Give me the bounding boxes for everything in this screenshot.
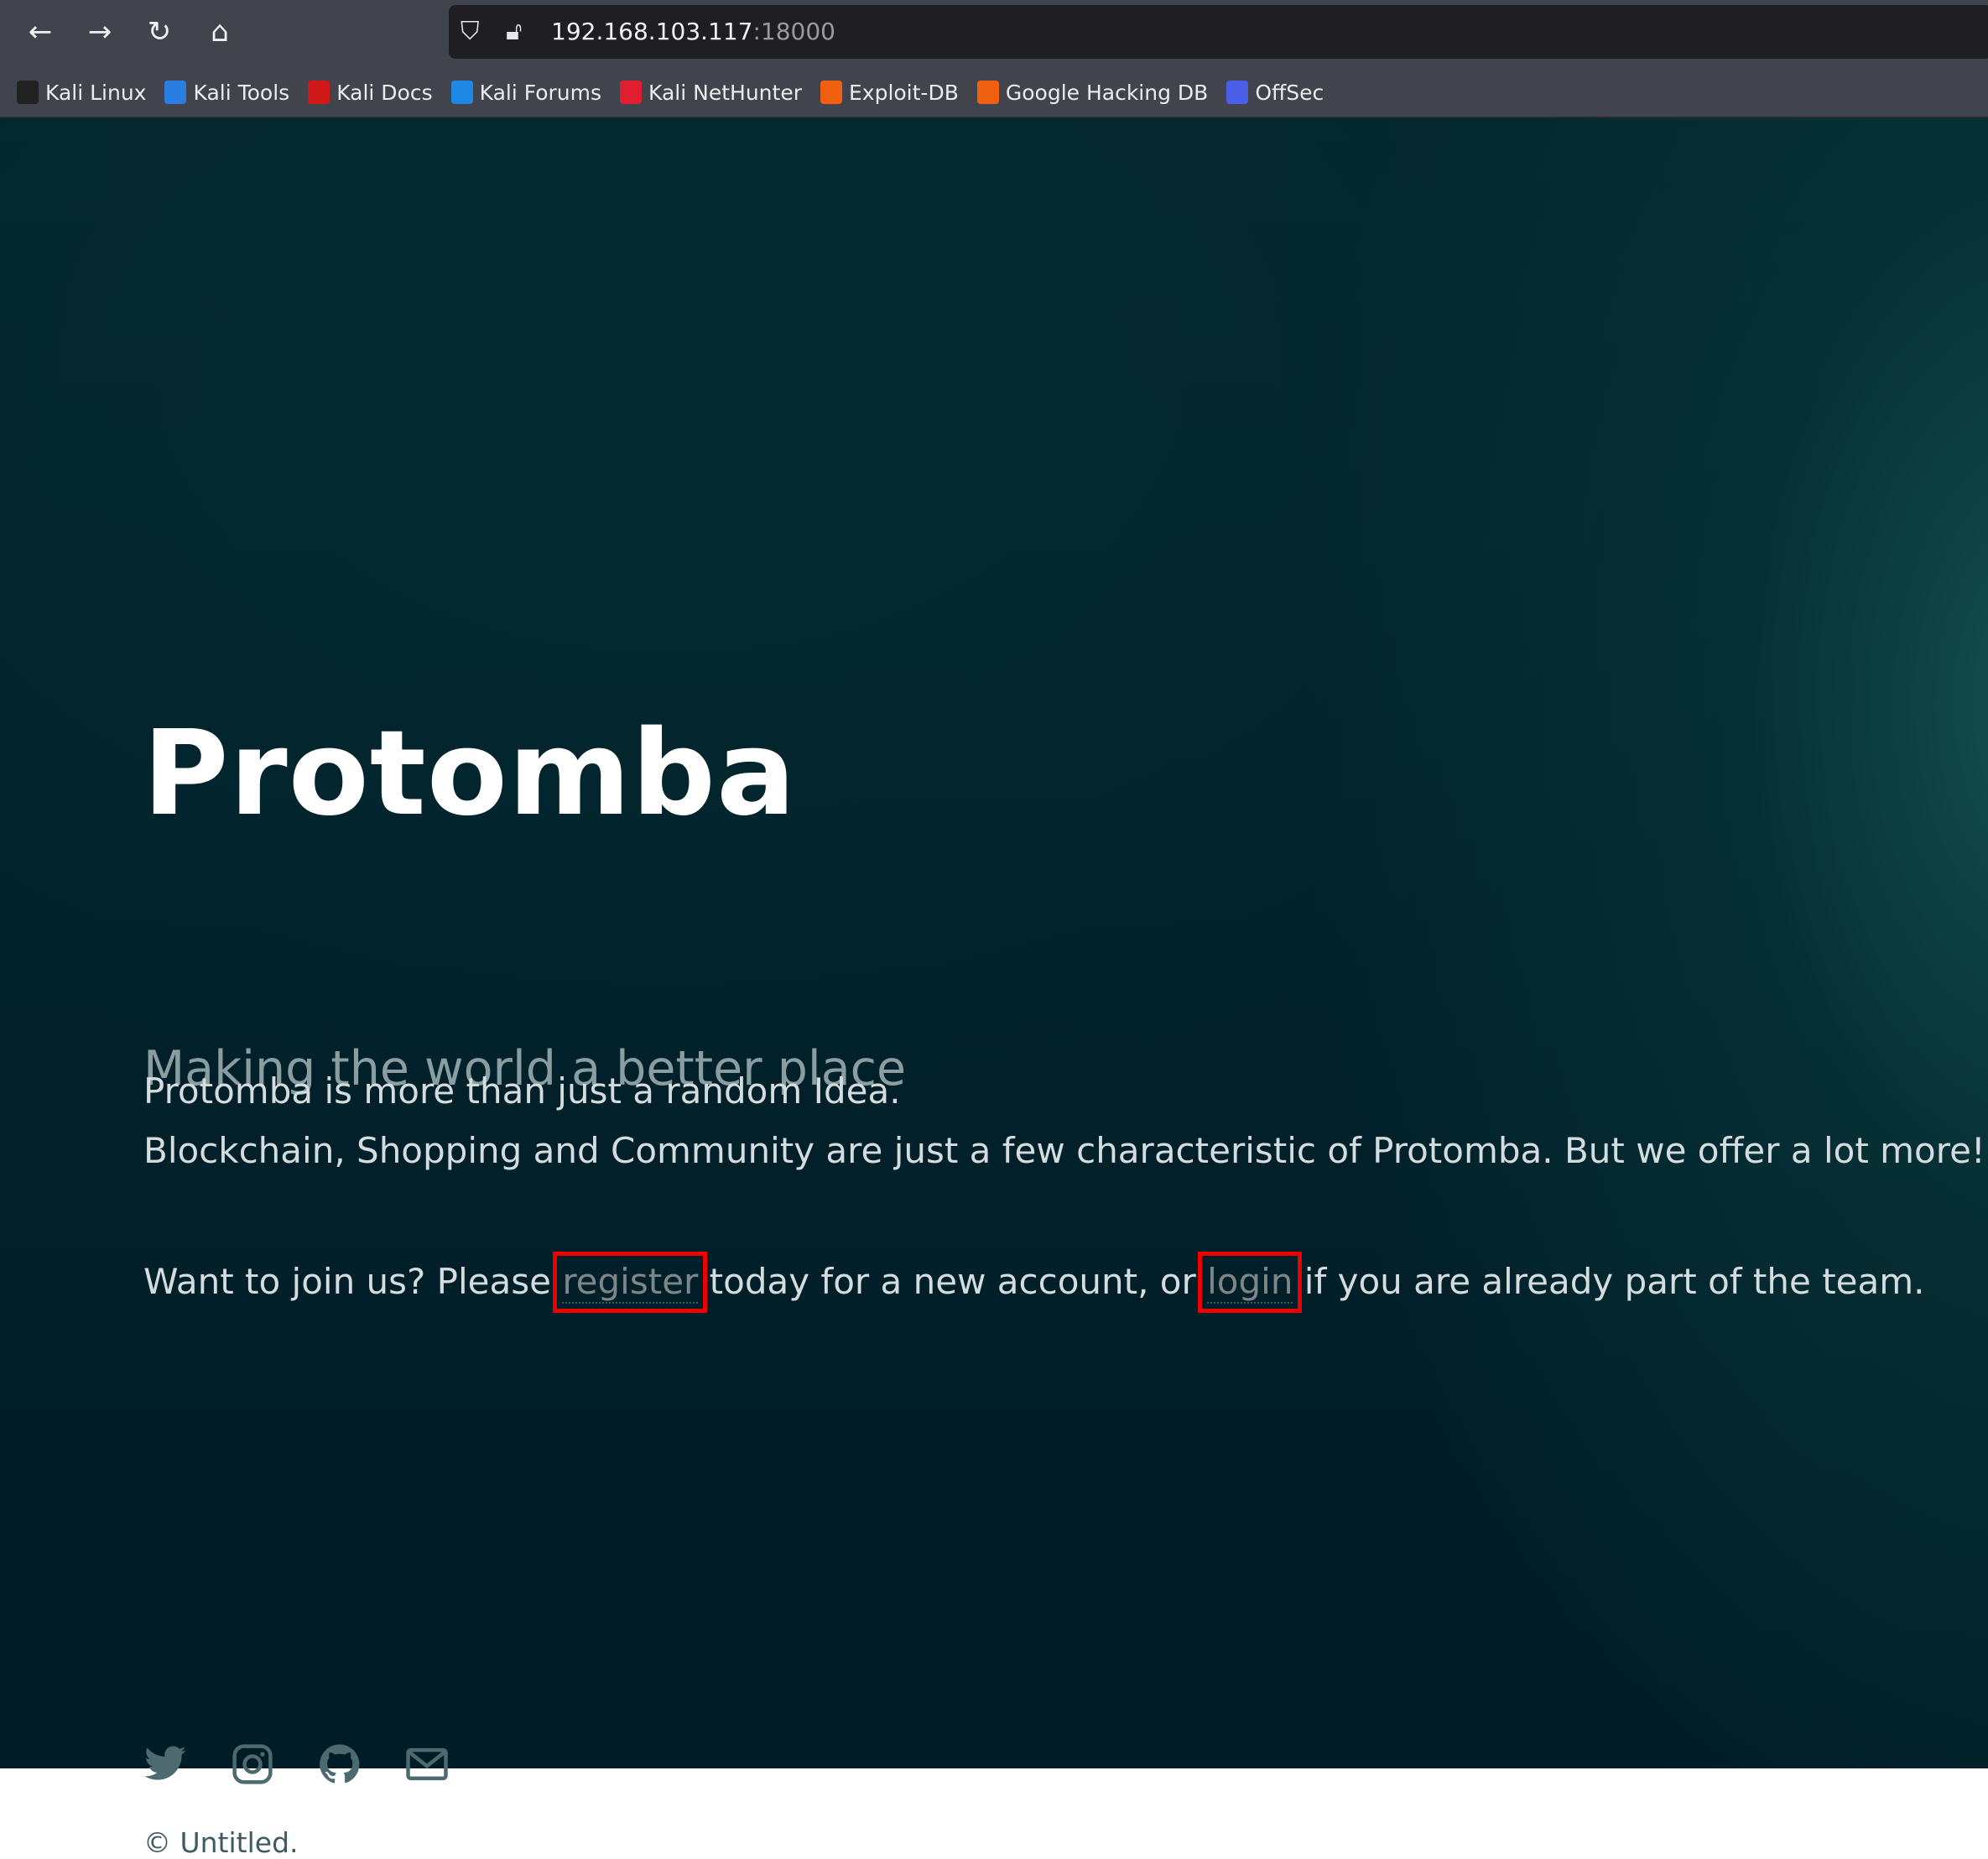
bookmark-label: Kali NetHunter bbox=[648, 80, 802, 105]
bookmark-favicon-icon bbox=[164, 81, 187, 104]
bookmark-favicon-icon bbox=[17, 81, 39, 104]
twitter-icon[interactable] bbox=[143, 1742, 188, 1787]
register-link[interactable]: register bbox=[553, 1252, 708, 1313]
bookmark-item[interactable]: OffSec bbox=[1226, 81, 1324, 105]
shield-icon[interactable]: ⛉ bbox=[461, 15, 480, 49]
instagram-icon[interactable] bbox=[230, 1742, 275, 1787]
bookmark-label: Exploit-DB bbox=[848, 80, 959, 105]
bookmark-favicon-icon bbox=[450, 81, 473, 104]
bookmark-item[interactable]: Exploit-DB bbox=[820, 81, 959, 105]
intro-line-2: Blockchain, Shopping and Community are j… bbox=[143, 1130, 1985, 1171]
reload-icon[interactable]: ↻ bbox=[143, 15, 176, 49]
page-title: Protomba bbox=[143, 706, 797, 842]
bookmark-label: Google Hacking DB bbox=[1005, 80, 1209, 105]
back-icon[interactable]: ← bbox=[23, 15, 57, 49]
url-port: :18000 bbox=[752, 18, 835, 45]
forward-icon[interactable]: → bbox=[83, 15, 117, 49]
bookmark-item[interactable]: Kali Forums bbox=[450, 80, 602, 105]
social-links bbox=[143, 1742, 450, 1787]
address-bar[interactable]: ⛉ 🔓︎ 192.168.103.117:18000 bbox=[449, 5, 1988, 59]
bookmark-favicon-icon bbox=[976, 81, 999, 104]
join-suffix: if you are already part of the team. bbox=[1293, 1261, 1925, 1302]
browser-toolbar: ← → ↻ ⌂ ⛉ 🔓︎ 192.168.103.117:18000 Kali … bbox=[0, 0, 1988, 118]
url-text[interactable]: 192.168.103.117:18000 bbox=[551, 15, 835, 49]
login-link[interactable]: login bbox=[1198, 1252, 1303, 1313]
mail-icon[interactable] bbox=[404, 1742, 450, 1787]
bookmark-item[interactable]: Google Hacking DB bbox=[976, 80, 1209, 105]
bookmark-favicon-icon bbox=[308, 81, 330, 104]
bookmark-favicon-icon bbox=[620, 81, 643, 104]
bookmark-favicon-icon bbox=[1226, 81, 1249, 104]
join-middle: today for a new account, or bbox=[698, 1261, 1208, 1302]
bookmark-label: Kali Linux bbox=[45, 80, 147, 105]
url-host: 192.168.103.117 bbox=[551, 18, 753, 45]
home-icon[interactable]: ⌂ bbox=[203, 15, 237, 49]
join-prefix: Want to join us? Please bbox=[143, 1261, 563, 1302]
insecure-lock-icon[interactable]: 🔓︎ bbox=[506, 15, 522, 49]
bookmark-item[interactable]: Kali Linux bbox=[17, 81, 146, 105]
bookmark-label: OffSec bbox=[1255, 80, 1324, 105]
bookmark-label: Kali Tools bbox=[193, 80, 290, 105]
page-content: Protomba Making the world a better place… bbox=[0, 118, 1988, 1859]
copyright: © Untitled. bbox=[143, 1826, 299, 1859]
bookmark-item[interactable]: Kali NetHunter bbox=[620, 81, 802, 105]
join-text: Want to join us? Please register today f… bbox=[143, 1252, 1925, 1313]
bookmark-item[interactable]: Kali Docs bbox=[308, 80, 433, 105]
bookmark-favicon-icon bbox=[820, 81, 842, 104]
bookmark-label: Kali Forums bbox=[479, 80, 602, 105]
bookmarks-bar: Kali Linux Kali Tools Kali Docs Kali Forums… bbox=[17, 76, 1324, 109]
intro-line-1: Protomba is more than just a random Idea… bbox=[143, 1070, 901, 1112]
bookmark-item[interactable]: Kali Tools bbox=[164, 81, 289, 105]
bookmark-label: Kali Docs bbox=[336, 80, 433, 105]
github-icon[interactable] bbox=[317, 1742, 362, 1787]
